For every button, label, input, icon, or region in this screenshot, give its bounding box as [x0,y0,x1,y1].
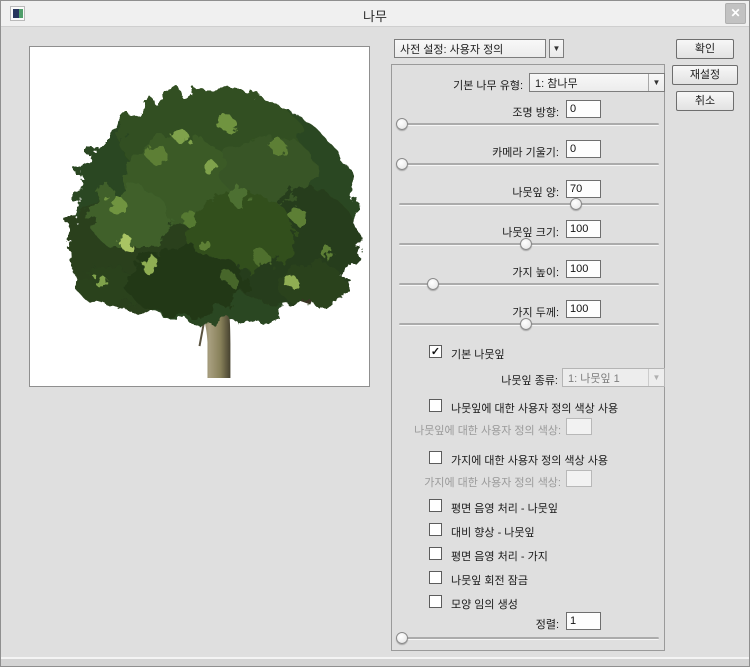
ok-button[interactable]: 확인 [676,39,734,59]
tree-type-value: 1: 참나무 [530,75,648,91]
camera-tilt-slider-thumb[interactable] [396,158,408,170]
light-direction-label: 조명 방향: [399,104,559,120]
randomize-shapes-label: 모양 임의 생성 [451,596,518,612]
branch-custom-color-label: 가지에 대한 사용자 정의 색상: [401,474,561,490]
branches-height-input[interactable] [566,260,601,278]
leaves-size-label: 나뭇잎 크기: [399,224,559,240]
randomize-shapes-checkbox[interactable] [429,595,442,608]
default-leaves-label: 기본 나뭇잎 [451,346,505,362]
flat-shading-leaves-label: 평면 음영 처리 - 나뭇잎 [451,500,558,516]
leaf-custom-color-label: 나뭇잎에 대한 사용자 정의 색상: [401,422,561,438]
tree-preview-canvas[interactable] [29,46,370,387]
tree-filter-dialog: 나무 ✕ [0,0,750,667]
leaves-type-label: 나뭇잎 종류: [421,372,558,388]
arrangement-label: 정렬: [399,616,559,632]
flat-shading-branches-label: 평면 음영 처리 - 가지 [451,548,548,564]
tree-type-arrow-icon: ▼ [648,74,664,91]
camera-tilt-slider[interactable] [399,163,659,166]
enhance-contrast-leaves-label: 대비 향상 - 나뭇잎 [451,524,535,540]
close-icon[interactable]: ✕ [725,3,746,24]
leaves-size-input[interactable] [566,220,601,238]
leaves-type-arrow-icon: ▼ [648,369,664,386]
branches-thickness-label: 가지 두께: [399,304,559,320]
leaves-type-value: 1: 나뭇잎 1 [563,370,648,386]
branch-custom-color-use-label: 가지에 대한 사용자 정의 색상 사용 [451,452,608,468]
flat-shading-leaves-checkbox[interactable] [429,499,442,512]
branches-height-slider-thumb[interactable] [427,278,439,290]
camera-tilt-input[interactable] [566,140,601,158]
leaf-custom-color-use-label: 나뭇잎에 대한 사용자 정의 색상 사용 [451,400,618,416]
tree-type-dropdown[interactable]: 1: 참나무 ▼ [529,73,665,92]
tree-render-image [30,47,369,386]
branches-height-label: 가지 높이: [399,264,559,280]
lock-leaf-rotation-checkbox[interactable] [429,571,442,584]
titlebar: 나무 ✕ [1,1,749,27]
tree-type-label: 기본 나무 유형: [399,77,523,93]
preset-dropdown[interactable]: 사전 설정: 사용자 정의 [394,39,546,58]
window-bottom-edge [1,657,749,666]
leaves-size-slider[interactable] [399,243,659,246]
branches-thickness-slider[interactable] [399,323,659,326]
arrangement-slider-thumb[interactable] [396,632,408,644]
leaves-amount-slider[interactable] [399,203,659,206]
reset-button[interactable]: 재설정 [672,65,738,85]
branch-color-swatch[interactable] [566,470,592,487]
arrangement-slider[interactable] [399,637,659,640]
branch-custom-color-checkbox[interactable] [429,451,442,464]
lock-leaf-rotation-label: 나뭇잎 회전 잠금 [451,572,528,588]
enhance-contrast-leaves-checkbox[interactable] [429,523,442,536]
leaves-amount-input[interactable] [566,180,601,198]
branches-height-slider[interactable] [399,283,659,286]
branches-thickness-input[interactable] [566,300,601,318]
preset-value: 사전 설정: 사용자 정의 [395,41,545,57]
leaf-custom-color-checkbox[interactable] [429,399,442,412]
default-leaves-checkbox[interactable]: ✓ [429,345,442,358]
cancel-button[interactable]: 취소 [676,91,734,111]
preset-dropdown-arrow-icon[interactable]: ▼ [549,39,564,58]
light-direction-slider-thumb[interactable] [396,118,408,130]
light-direction-input[interactable] [566,100,601,118]
light-direction-slider[interactable] [399,123,659,126]
flat-shading-branches-checkbox[interactable] [429,547,442,560]
leaves-amount-slider-thumb[interactable] [570,198,582,210]
arrangement-input[interactable] [566,612,601,630]
camera-tilt-label: 카메라 기울기: [399,144,559,160]
leaves-type-dropdown[interactable]: 1: 나뭇잎 1 ▼ [562,368,665,387]
leaves-amount-label: 나뭇잎 양: [399,184,559,200]
leaf-color-swatch[interactable] [566,418,592,435]
window-title: 나무 [1,6,749,25]
